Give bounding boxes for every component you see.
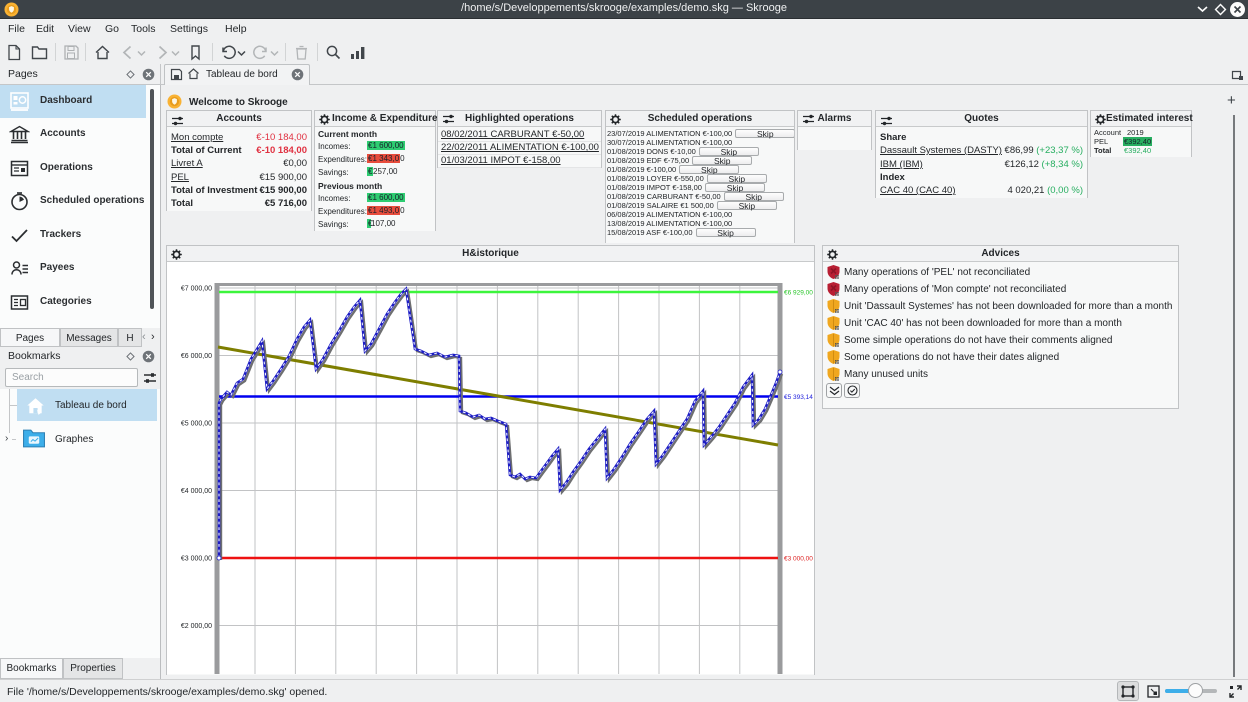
svg-text:€2 000,00: €2 000,00: [181, 623, 212, 630]
svg-text:€4 000,00: €4 000,00: [181, 488, 212, 495]
svg-text:€6 000,00: €6 000,00: [181, 353, 212, 360]
svg-text:€5 000,00: €5 000,00: [181, 421, 212, 428]
svg-text:€3 000,00: €3 000,00: [181, 556, 212, 563]
svg-text:€7 000,00: €7 000,00: [181, 286, 212, 293]
svg-text:€5 393,14: €5 393,14: [784, 394, 813, 401]
svg-text:€6 929,00: €6 929,00: [784, 290, 813, 297]
svg-text:€3 000,00: €3 000,00: [784, 556, 813, 563]
